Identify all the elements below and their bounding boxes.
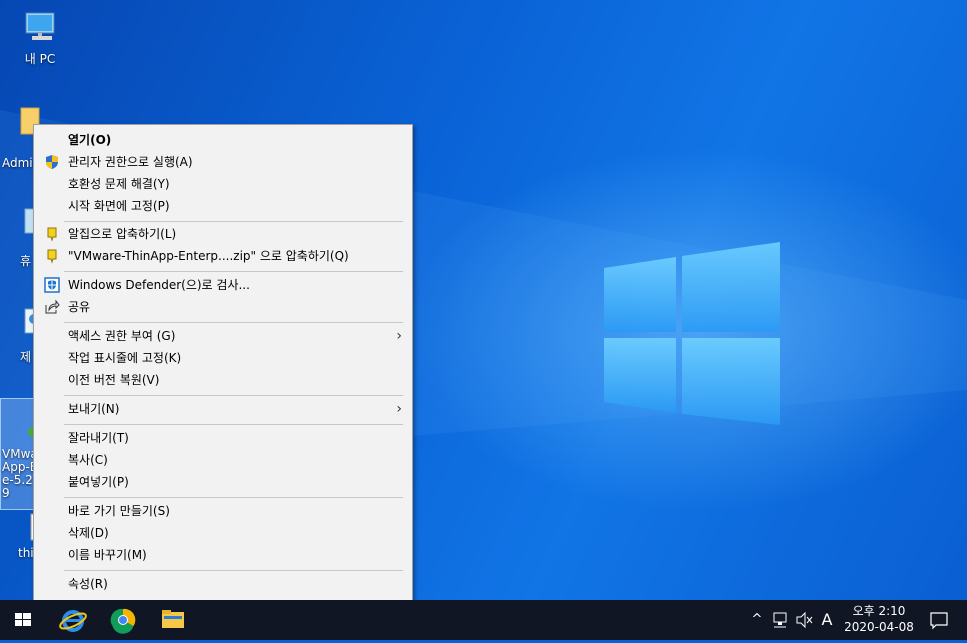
submenu-arrow-icon: › (396, 401, 402, 417)
menu-item-rename[interactable]: 이름 바꾸기(M) (34, 544, 412, 566)
taskbar-file-explorer[interactable] (150, 600, 196, 640)
uac-shield-icon (44, 154, 60, 170)
share-icon (44, 299, 60, 315)
start-button[interactable] (0, 600, 46, 640)
taskbar: ^ A 오후 2:10 2020-04-08 (0, 600, 967, 640)
menu-item-share[interactable]: 공유 (34, 296, 412, 318)
desktop-icon-this-pc[interactable]: 내 PC (5, 10, 75, 67)
menu-separator (64, 570, 403, 571)
menu-separator (64, 221, 403, 222)
menu-item-give-access[interactable]: 액세스 권한 부여 (G) › (34, 325, 412, 347)
menu-item-run-as-admin[interactable]: 관리자 권한으로 실행(A) (34, 151, 412, 173)
alzip-icon (44, 226, 60, 242)
notification-icon (930, 612, 948, 630)
menu-item-alzip-compress[interactable]: 알집으로 압축하기(L) (34, 223, 412, 245)
menu-item-cut[interactable]: 잘라내기(T) (34, 427, 412, 449)
menu-item-copy[interactable]: 복사(C) (34, 449, 412, 471)
menu-separator (64, 424, 403, 425)
menu-item-open[interactable]: 열기(O) (34, 129, 412, 151)
volume-muted-icon[interactable] (794, 600, 816, 640)
ime-indicator[interactable]: A (818, 600, 836, 640)
tray-overflow-chevron[interactable]: ^ (748, 600, 766, 640)
menu-item-troubleshoot-compat[interactable]: 호환성 문제 해결(Y) (34, 173, 412, 195)
chrome-icon (110, 608, 136, 634)
internet-explorer-icon (59, 610, 87, 632)
menu-item-restore-previous[interactable]: 이전 버전 복원(V) (34, 369, 412, 391)
menu-separator (64, 395, 403, 396)
defender-icon (44, 277, 60, 293)
menu-item-paste[interactable]: 붙여넣기(P) (34, 471, 412, 493)
menu-separator (64, 322, 403, 323)
clock[interactable]: 오후 2:10 2020-04-08 (838, 600, 920, 643)
desktop-icon-label: 제 (20, 350, 32, 364)
action-center-button[interactable] (924, 600, 954, 640)
computer-icon (22, 10, 58, 46)
menu-item-properties[interactable]: 속성(R) (34, 573, 412, 595)
menu-item-create-shortcut[interactable]: 바로 가기 만들기(S) (34, 500, 412, 522)
alzip-icon (44, 248, 60, 264)
menu-separator (64, 271, 403, 272)
menu-item-defender-scan[interactable]: Windows Defender(으)로 검사... (34, 274, 412, 296)
desktop-icon-label: 휴 (20, 254, 32, 268)
desktop-icon-label: thi (18, 546, 34, 560)
network-icon[interactable] (770, 600, 792, 640)
desktop-icon-label: 내 PC (24, 52, 56, 66)
menu-item-alzip-compress-named[interactable]: "VMware-ThinApp-Enterp....zip" 으로 압축하기(Q… (34, 245, 412, 267)
clock-time: 오후 2:10 (852, 604, 906, 618)
clock-date: 2020-04-08 (844, 620, 914, 634)
menu-separator (64, 497, 403, 498)
taskbar-internet-explorer[interactable] (50, 600, 96, 640)
file-explorer-icon (162, 610, 184, 628)
menu-item-pin-to-taskbar[interactable]: 작업 표시줄에 고정(K) (34, 347, 412, 369)
submenu-arrow-icon: › (396, 328, 402, 344)
desktop[interactable]: 내 PC Admin 휴 제 VMwa App-E e-5.2 9 thi 열기… (0, 0, 967, 600)
menu-item-send-to[interactable]: 보내기(N) › (34, 398, 412, 420)
windows-logo-icon (15, 613, 31, 626)
menu-item-pin-to-start[interactable]: 시작 화면에 고정(P) (34, 195, 412, 217)
taskbar-chrome[interactable] (100, 600, 146, 640)
context-menu: 열기(O) 관리자 권한으로 실행(A) 호환성 문제 해결(Y) 시작 화면에… (33, 124, 413, 600)
menu-item-delete[interactable]: 삭제(D) (34, 522, 412, 544)
